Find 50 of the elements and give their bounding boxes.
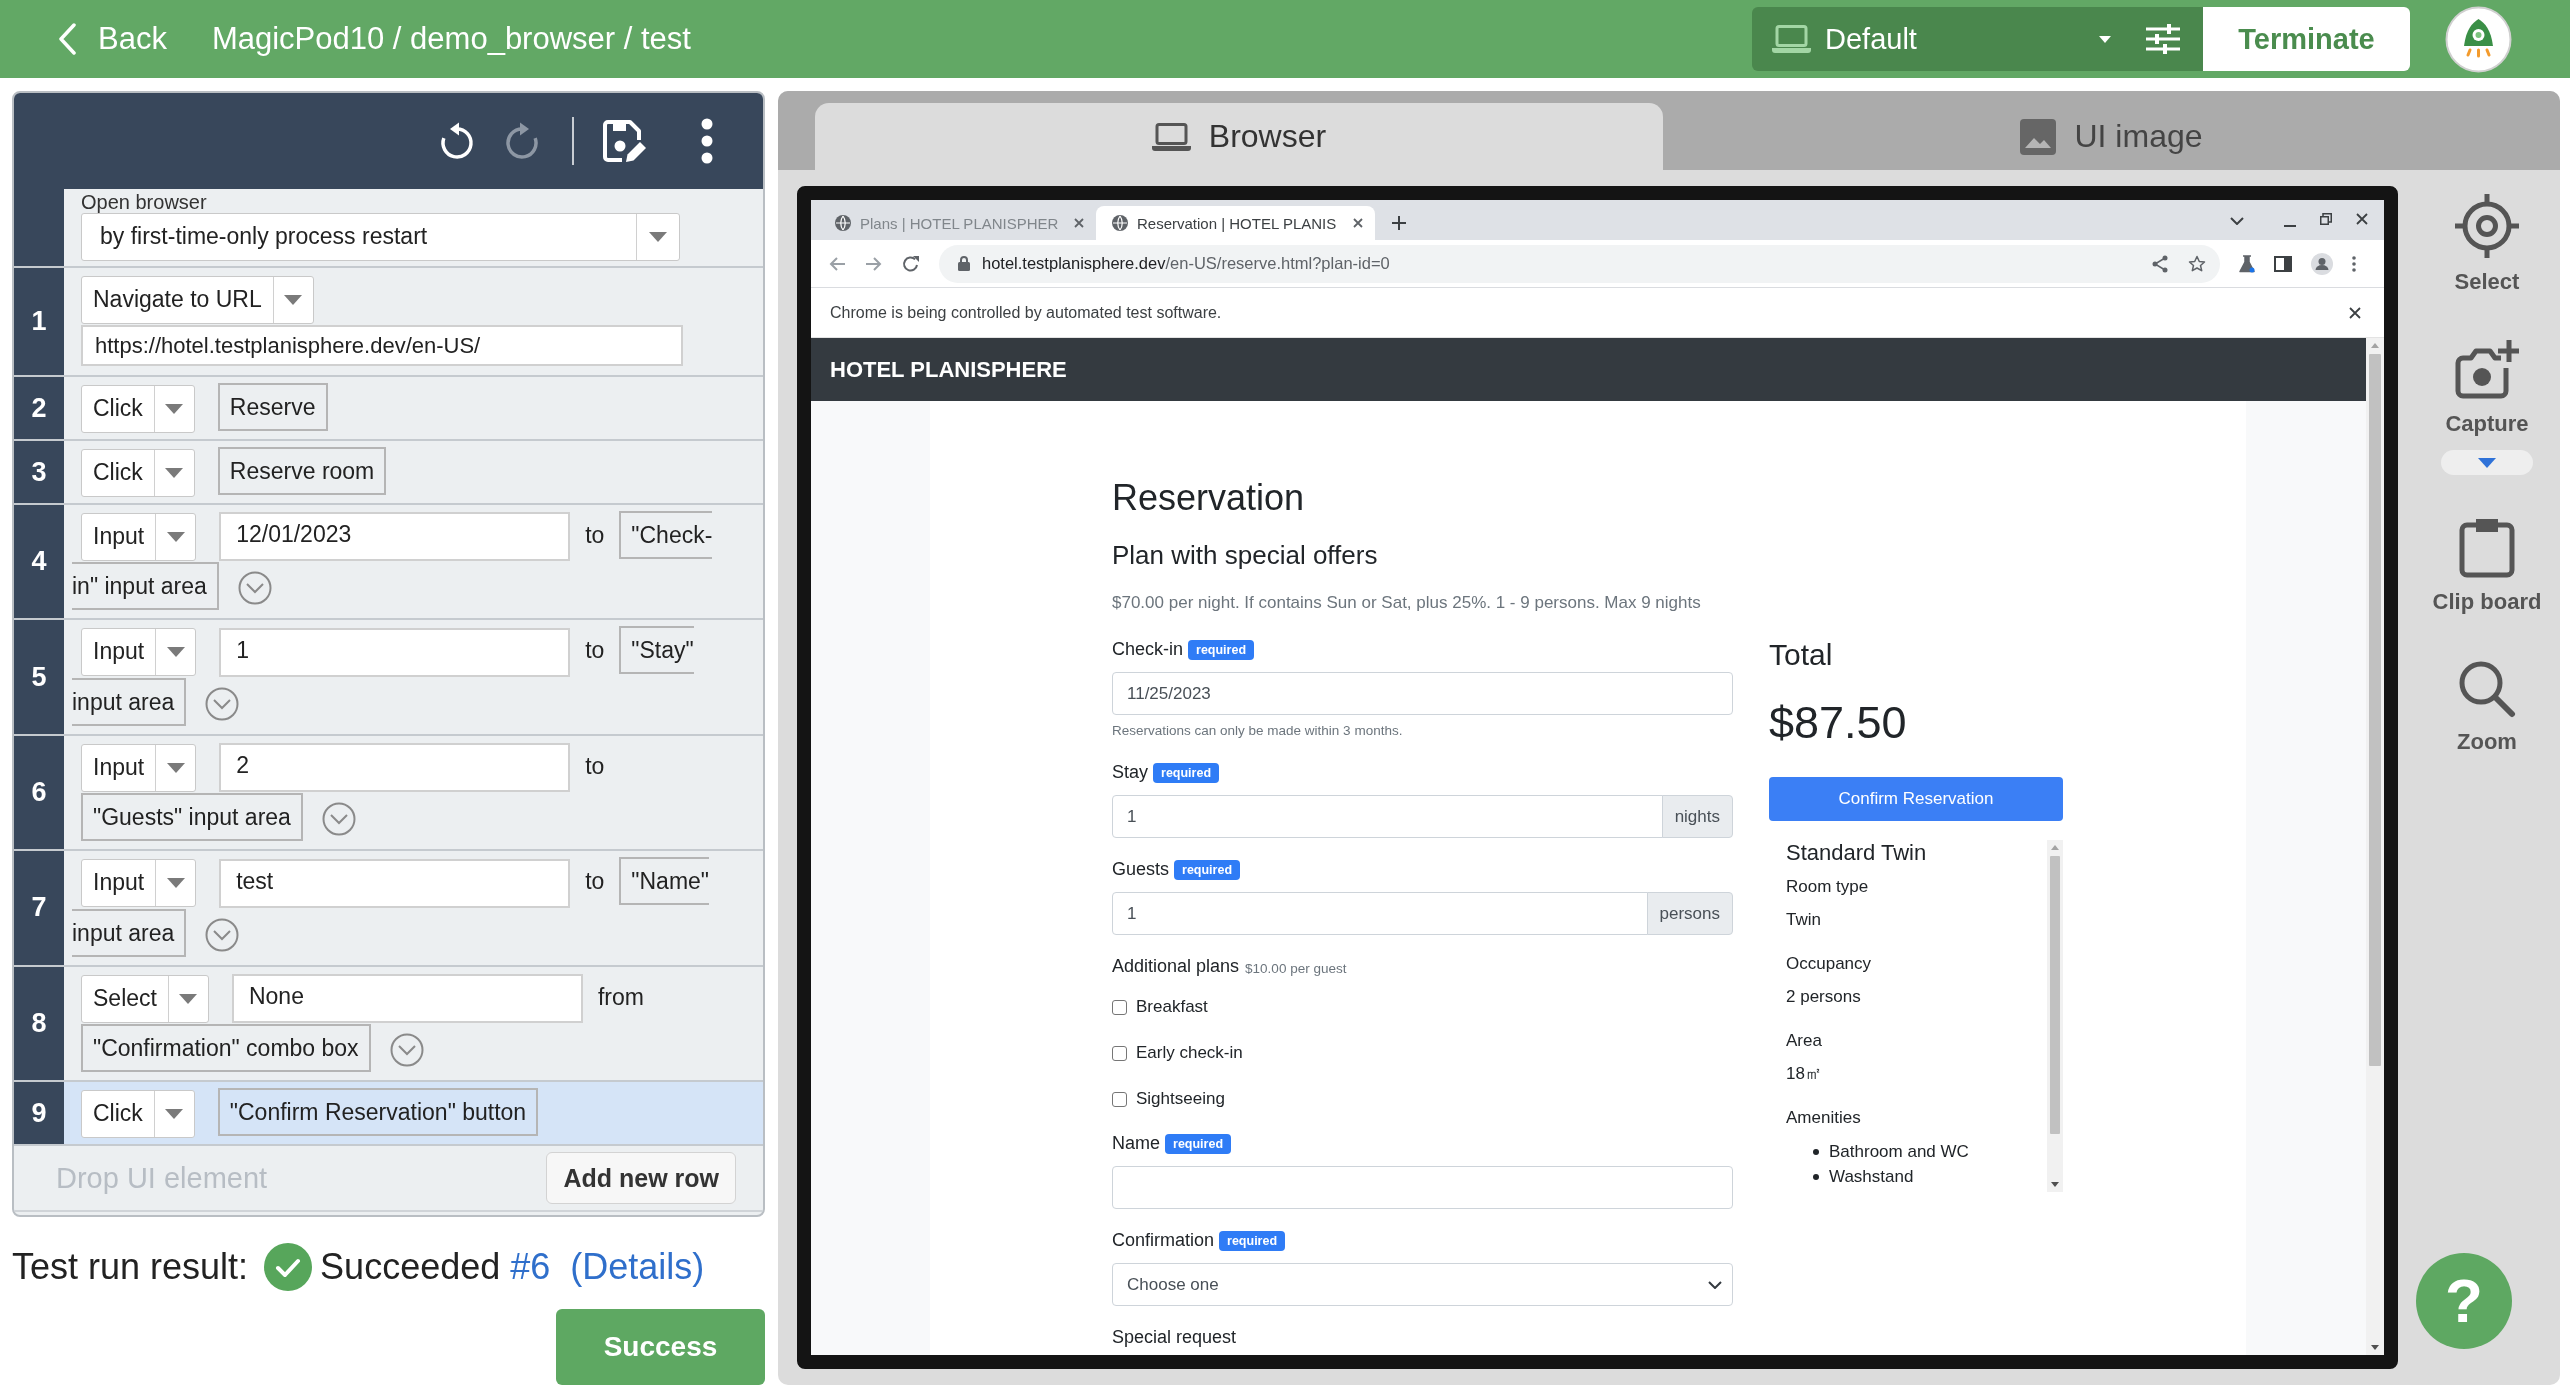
required-tag: required <box>1165 1133 1232 1154</box>
connector-label: to <box>585 522 605 548</box>
unit-label: nights <box>1661 795 1733 838</box>
step-number: 7 <box>31 892 47 924</box>
connector-label: from <box>597 983 644 1010</box>
connector-label: to <box>585 868 605 895</box>
step-number: 2 <box>31 392 47 424</box>
amenity-item: Washstand <box>1829 1166 1914 1188</box>
detail-value: 18㎡ <box>1786 1063 1823 1085</box>
infobar-message: Chrome is being controlled by automated test software. <box>830 303 1222 322</box>
required-tag: required <box>1174 859 1241 880</box>
step-title: Open browser <box>81 191 208 213</box>
step-number: 3 <box>31 456 47 488</box>
detail-value: 2 persons <box>1786 986 1862 1008</box>
required-tag: required <box>1153 762 1220 783</box>
total-label: Total <box>1769 638 1834 672</box>
step-number: 6 <box>31 777 47 809</box>
step-number: 9 <box>31 1097 47 1129</box>
breadcrumb-title: MagicPod10 / demo_browser / test <box>211 21 691 57</box>
connector-label: to <box>585 752 605 779</box>
detail-term: Amenities <box>1786 1107 1862 1129</box>
field-label: Confirmation <box>1112 1230 1215 1251</box>
field-label: Special request <box>1112 1327 1237 1348</box>
step-number: 8 <box>31 1007 47 1039</box>
plan-description: $70.00 per night. If contains Sun or Sat, plus 25%. 1 - 9 persons. Max 9 nights <box>1112 592 1702 614</box>
result-label: Test run result: <box>12 1246 249 1289</box>
step-number: 5 <box>31 661 47 693</box>
detail-value: Twin <box>1786 909 1822 931</box>
detail-term: Area <box>1786 1030 1823 1052</box>
result-status: Succeeded <box>320 1246 501 1289</box>
detail-term: Room type <box>1786 876 1870 898</box>
connector-label: to <box>585 637 605 664</box>
total-amount: $87.50 <box>1769 696 1908 749</box>
field-label: Name <box>1112 1133 1160 1154</box>
field-label: Check-in <box>1112 639 1184 660</box>
field-label: Additional plans <box>1112 956 1240 977</box>
unit-label: persons <box>1646 892 1733 935</box>
field-label: Stay <box>1112 762 1149 783</box>
step-number: 4 <box>31 546 47 578</box>
field-label: Guests <box>1112 859 1170 880</box>
required-tag: required <box>1219 1230 1286 1251</box>
step-number: 1 <box>31 306 47 337</box>
plan-title: Plan with special offers <box>1112 539 1379 572</box>
price-note: $10.00 per guest <box>1245 960 1347 976</box>
room-name: Standard Twin <box>1786 840 1928 866</box>
field-hint: Reservations can only be made within 3 months. <box>1112 722 1404 740</box>
required-tag: required <box>1188 639 1255 660</box>
detail-term: Occupancy <box>1786 953 1873 975</box>
page-heading: Reservation <box>1112 476 1306 519</box>
amenity-item: Bathroom and WC <box>1829 1141 1969 1163</box>
